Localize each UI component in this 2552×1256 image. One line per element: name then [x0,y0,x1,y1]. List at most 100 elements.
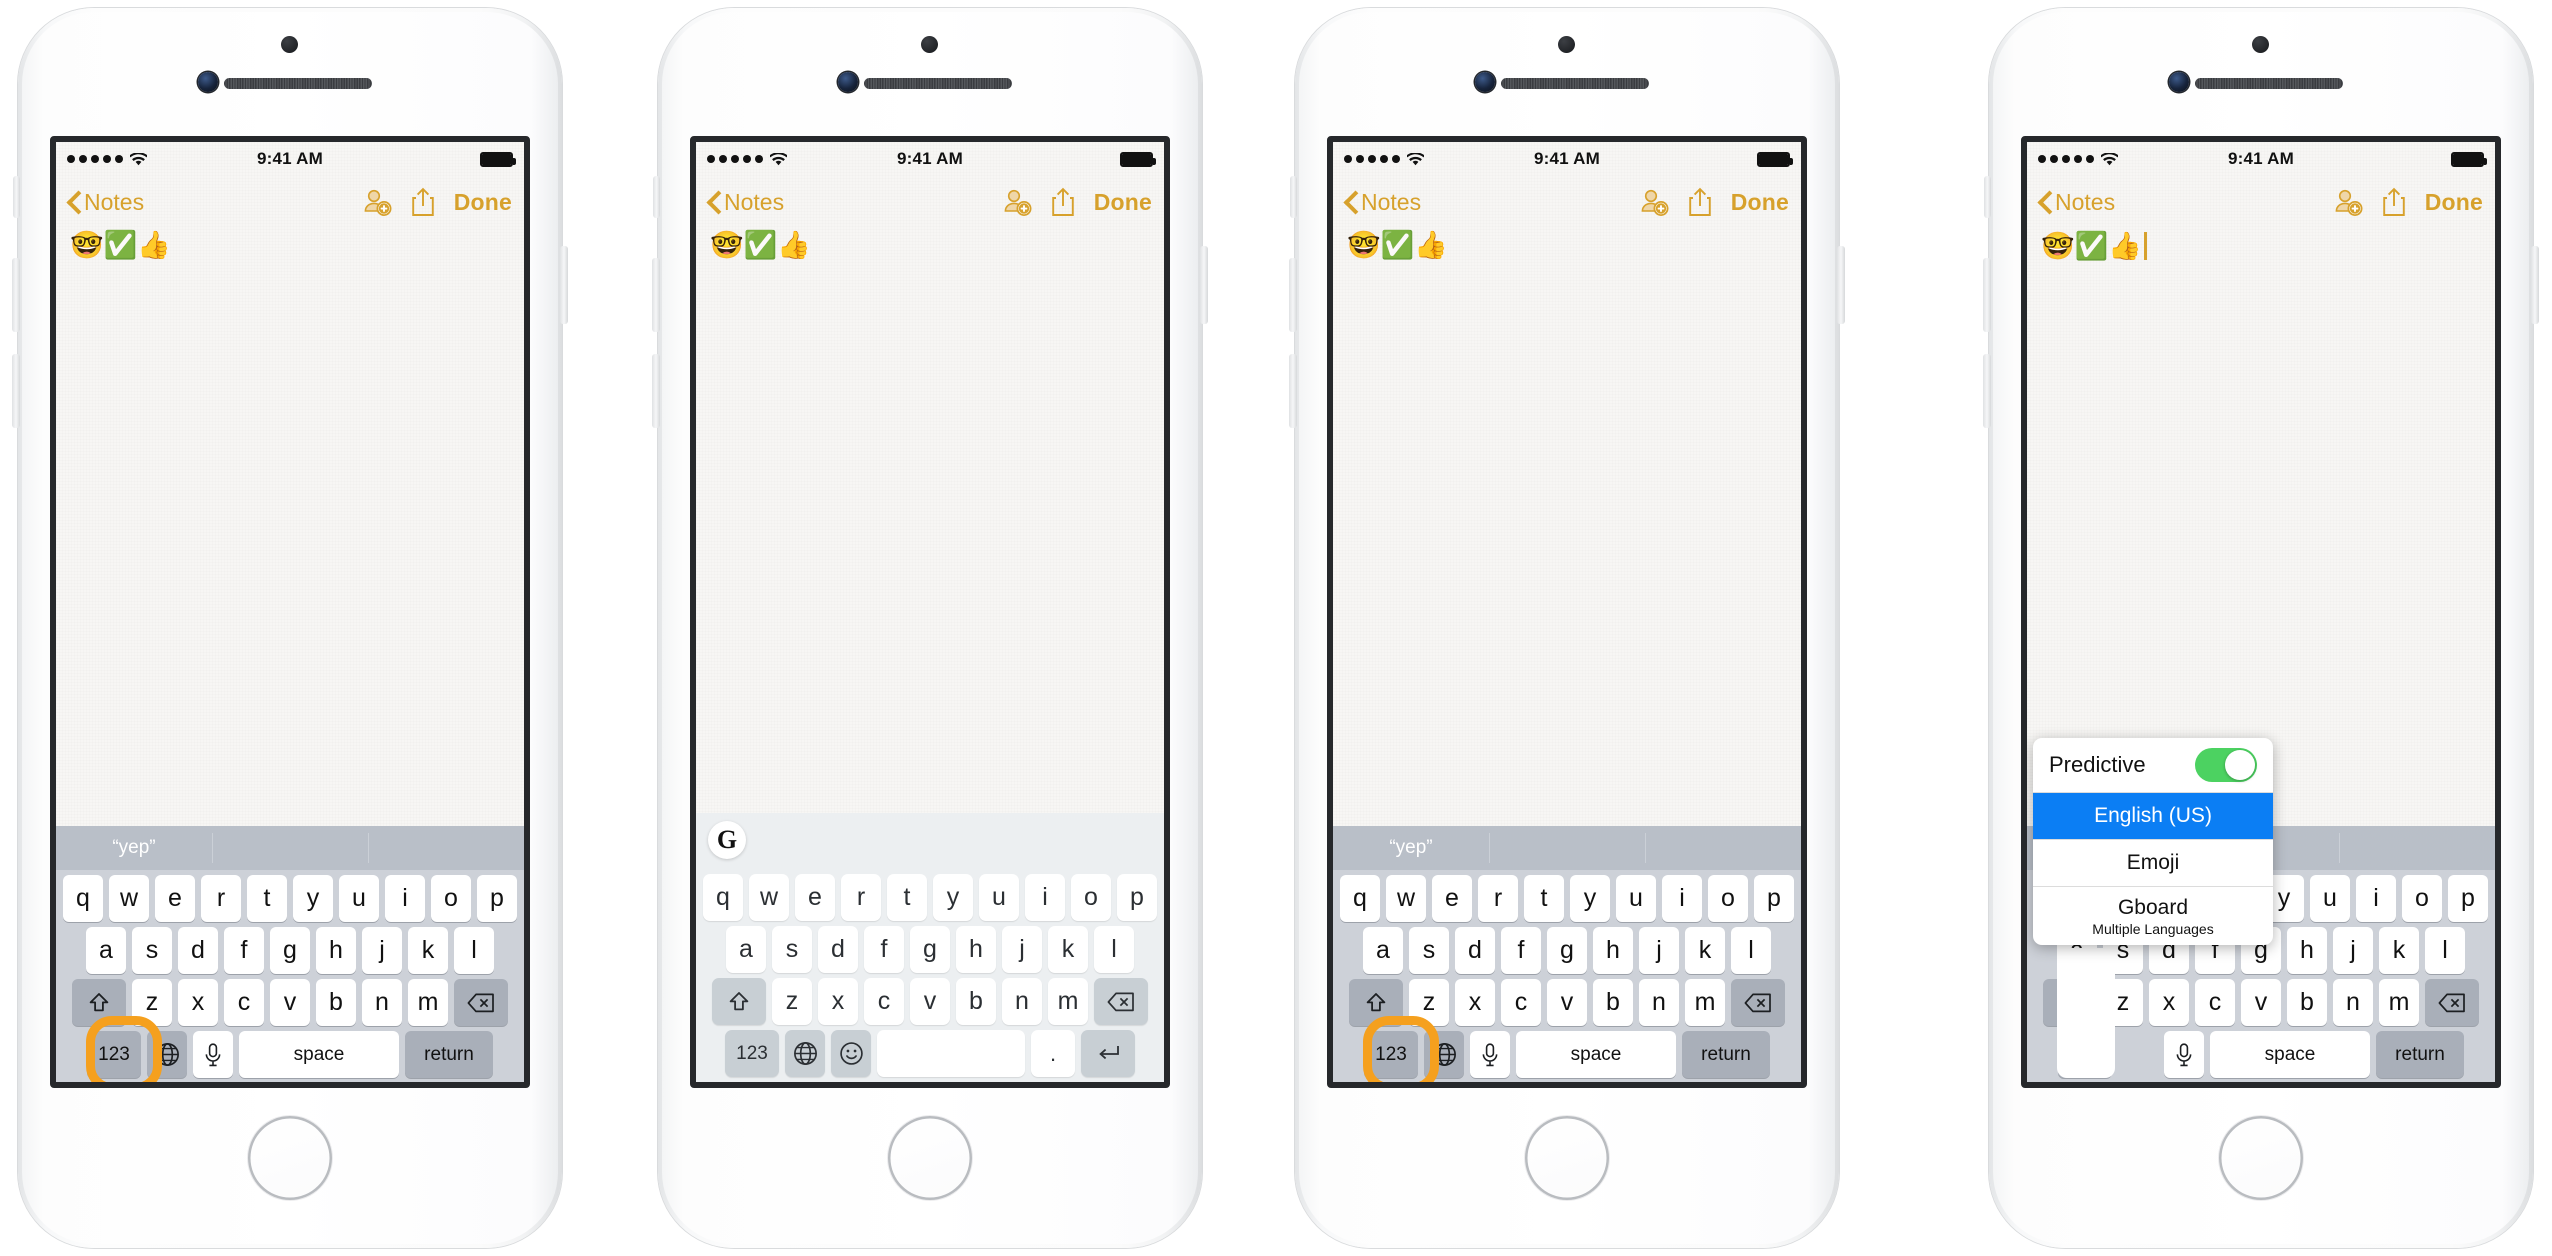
key-o[interactable]: o [2402,875,2442,922]
home-button[interactable] [1525,1116,1609,1200]
key-g[interactable]: g [910,926,950,973]
numbers-key[interactable]: 123 [725,1030,779,1077]
volume-up-button[interactable] [1983,258,1991,332]
person-add-icon[interactable] [2333,187,2363,217]
key-i[interactable]: i [385,875,425,922]
predictive-row[interactable]: Predictive [2033,738,2273,792]
key-f[interactable]: f [864,926,904,973]
volume-down-button[interactable] [1289,354,1297,428]
key-c[interactable]: c [864,978,904,1025]
key-e[interactable]: e [795,874,835,921]
suggestion-1[interactable] [212,826,368,870]
key-v[interactable]: v [910,978,950,1025]
key-c[interactable]: c [224,979,264,1026]
key-d[interactable]: d [818,926,858,973]
done-button[interactable]: Done [2425,189,2483,216]
key-p[interactable]: p [477,875,517,922]
person-add-icon[interactable] [1639,187,1669,217]
key-k[interactable]: k [1685,927,1725,974]
microphone-icon[interactable] [1470,1031,1510,1078]
key-a[interactable]: a [726,926,766,973]
done-button[interactable]: Done [1731,189,1789,216]
key-j[interactable]: j [2333,927,2373,974]
key-k[interactable]: k [408,927,448,974]
key-r[interactable]: r [841,874,881,921]
popup-item-gboard[interactable]: Gboard Multiple Languages [2033,887,2273,945]
key-x[interactable]: x [818,978,858,1025]
key-x[interactable]: x [1455,979,1495,1026]
gboard-logo-icon[interactable]: G [708,821,746,859]
share-icon[interactable] [1688,187,1712,217]
volume-down-button[interactable] [12,354,20,428]
key-m[interactable]: m [408,979,448,1026]
key-k[interactable]: k [2379,927,2419,974]
key-v[interactable]: v [2241,979,2281,1026]
globe-language-icon[interactable] [147,1031,187,1078]
power-button[interactable] [1837,246,1845,324]
person-add-icon[interactable] [362,187,392,217]
key-s[interactable]: s [1409,927,1449,974]
key-t[interactable]: t [887,874,927,921]
key-p[interactable]: p [1754,875,1794,922]
suggestion-2[interactable] [368,826,524,870]
shift-up-icon[interactable] [1349,979,1403,1026]
volume-up-button[interactable] [1289,258,1297,332]
mute-switch-button[interactable] [1984,176,1991,218]
return-key[interactable]: return [2376,1031,2464,1078]
key-o[interactable]: o [431,875,471,922]
key-v[interactable]: v [1547,979,1587,1026]
done-button[interactable]: Done [1094,189,1152,216]
back-to-notes-button[interactable]: Notes [708,189,784,216]
key-u[interactable]: u [2310,875,2350,922]
key-l[interactable]: l [1094,926,1134,973]
mute-switch-button[interactable] [1290,176,1297,218]
key-e[interactable]: e [1432,875,1472,922]
shift-up-icon[interactable] [712,978,766,1025]
backspace-delete-icon[interactable] [1731,979,1785,1026]
key-e[interactable]: e [155,875,195,922]
person-add-icon[interactable] [1002,187,1032,217]
key-x[interactable]: x [178,979,218,1026]
key-k[interactable]: k [1048,926,1088,973]
key-s[interactable]: s [772,926,812,973]
key-u[interactable]: u [339,875,379,922]
enter-return-arrow-icon[interactable] [1081,1030,1135,1077]
suggestion-0[interactable]: “yep” [1333,826,1489,870]
key-r[interactable]: r [201,875,241,922]
key-h[interactable]: h [1593,927,1633,974]
key-q[interactable]: q [703,874,743,921]
key-h[interactable]: h [2287,927,2327,974]
numbers-key[interactable]: 123 [87,1031,141,1078]
key-o[interactable]: o [1708,875,1748,922]
power-button[interactable] [2531,246,2539,324]
key-q[interactable]: q [1340,875,1380,922]
mute-switch-button[interactable] [653,176,660,218]
globe-language-icon[interactable] [785,1030,825,1077]
key-x[interactable]: x [2149,979,2189,1026]
key-y[interactable]: y [933,874,973,921]
key-z[interactable]: z [772,978,812,1025]
key-c[interactable]: c [2195,979,2235,1026]
key-m[interactable]: m [1685,979,1725,1026]
share-icon[interactable] [411,187,435,217]
space-key[interactable]: space [2210,1031,2370,1078]
key-g[interactable]: g [1547,927,1587,974]
key-l[interactable]: l [454,927,494,974]
key-y[interactable]: y [1570,875,1610,922]
back-to-notes-button[interactable]: Notes [68,189,144,216]
key-r[interactable]: r [1478,875,1518,922]
key-q[interactable]: q [63,875,103,922]
period-key[interactable]: . [1031,1030,1075,1077]
backspace-delete-icon[interactable] [1094,978,1148,1025]
key-z[interactable]: z [1409,979,1449,1026]
key-n[interactable]: n [1002,978,1042,1025]
key-l[interactable]: l [2425,927,2465,974]
key-j[interactable]: j [1002,926,1042,973]
microphone-icon[interactable] [2164,1031,2204,1078]
key-d[interactable]: d [1455,927,1495,974]
home-button[interactable] [2219,1116,2303,1200]
key-u[interactable]: u [1616,875,1656,922]
popup-item-english-us[interactable]: English (US) [2033,793,2273,839]
power-button[interactable] [1200,246,1208,324]
key-y[interactable]: y [293,875,333,922]
